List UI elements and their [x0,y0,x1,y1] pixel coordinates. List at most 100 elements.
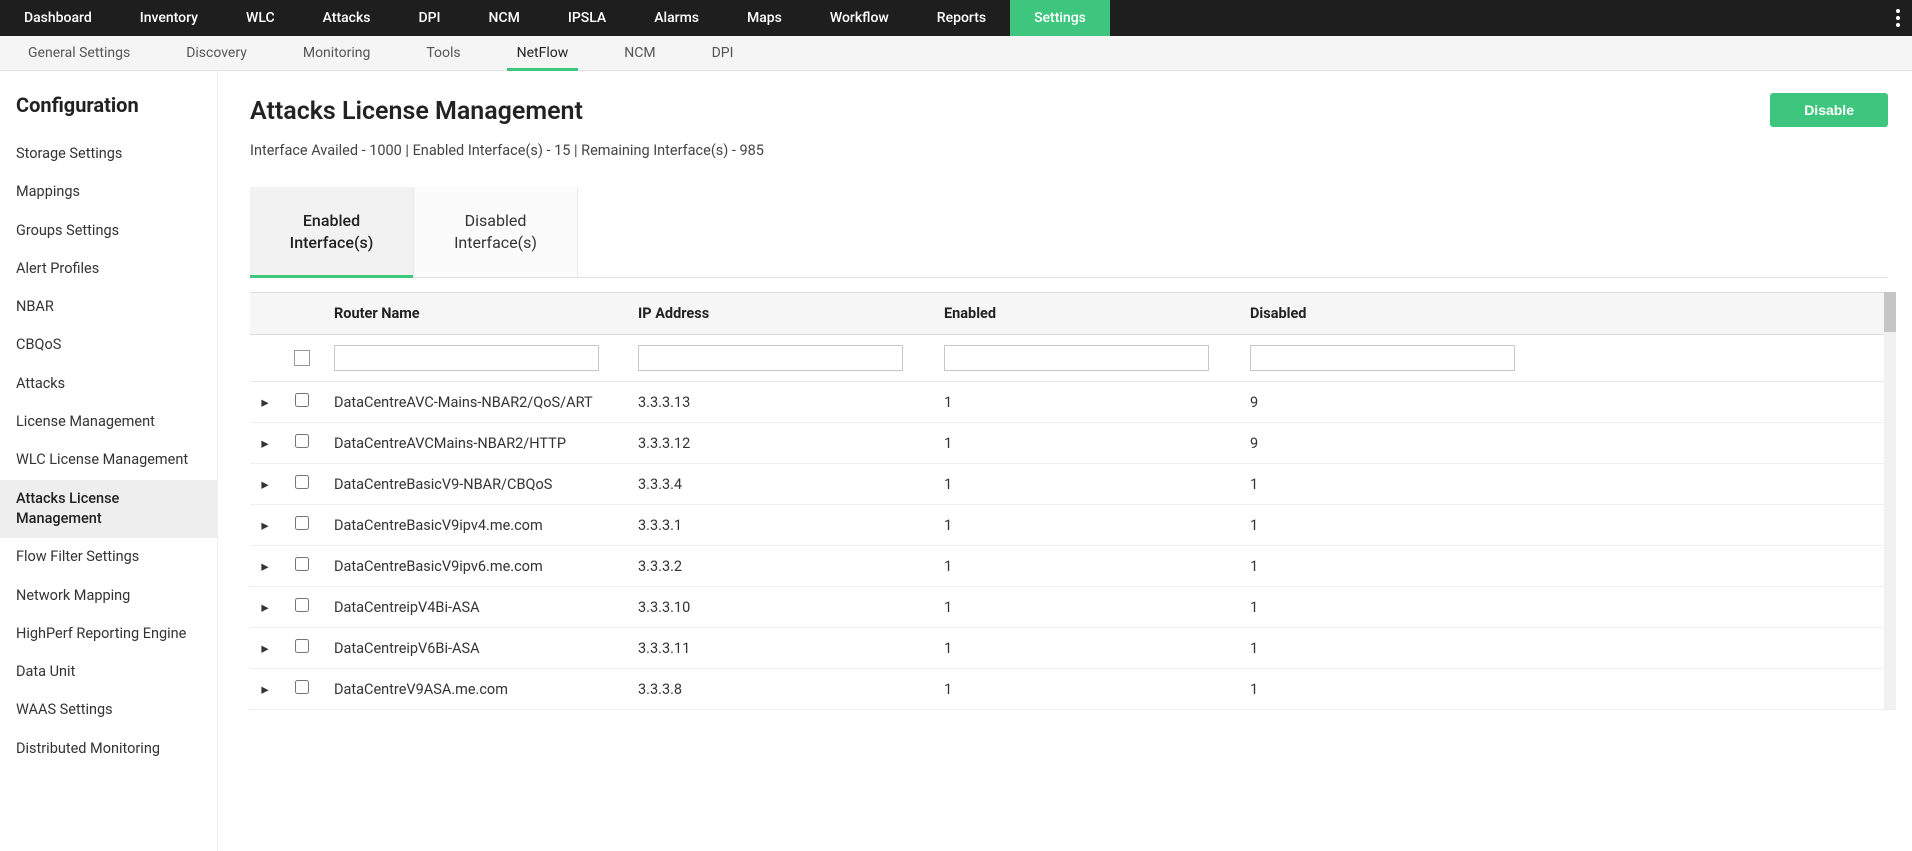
sidebar-item-network-mapping[interactable]: Network Mapping [0,577,217,615]
expand-caret-icon[interactable]: ▸ [250,669,280,710]
tab-disabled-interface-s-[interactable]: DisabledInterface(s) [414,187,578,277]
cell-disabled: 9 [1240,382,1888,423]
th-router[interactable]: Router Name [324,293,628,335]
cell-enabled: 1 [934,505,1240,546]
cell-enabled: 1 [934,382,1240,423]
sidebar-item-groups-settings[interactable]: Groups Settings [0,212,217,250]
main-content: Attacks License Management Disable Inter… [218,71,1912,851]
interfaces-table: Router Name IP Address Enabled Disabled [250,292,1888,710]
top-nav-maps[interactable]: Maps [723,0,806,36]
expand-caret-icon[interactable]: ▸ [250,423,280,464]
table-row: ▸DataCentreipV4Bi-ASA3.3.3.1011 [250,587,1888,628]
sub-nav-discovery[interactable]: Discovery [158,36,275,71]
table-row: ▸DataCentreipV6Bi-ASA3.3.3.1111 [250,628,1888,669]
top-nav-dashboard[interactable]: Dashboard [0,0,116,36]
sidebar-item-data-unit[interactable]: Data Unit [0,653,217,691]
tabs: EnabledInterface(s)DisabledInterface(s) [250,187,1888,278]
top-nav-alarms[interactable]: Alarms [630,0,723,36]
select-all-checkbox[interactable] [294,350,310,366]
th-ip[interactable]: IP Address [628,293,934,335]
cell-disabled: 1 [1240,669,1888,710]
cell-ip: 3.3.3.13 [628,382,934,423]
cell-disabled: 1 [1240,505,1888,546]
sub-nav-monitoring[interactable]: Monitoring [275,36,399,71]
expand-caret-icon[interactable]: ▸ [250,505,280,546]
page-title: Attacks License Management [250,97,1888,126]
row-checkbox[interactable] [295,557,309,571]
page-subtitle: Interface Availed - 1000 | Enabled Inter… [250,142,1888,159]
sidebar: Configuration Storage SettingsMappingsGr… [0,71,218,851]
row-checkbox[interactable] [295,475,309,489]
sidebar-item-alert-profiles[interactable]: Alert Profiles [0,250,217,288]
expand-caret-icon[interactable]: ▸ [250,587,280,628]
top-nav-workflow[interactable]: Workflow [806,0,913,36]
top-nav-reports[interactable]: Reports [913,0,1010,36]
row-checkbox[interactable] [295,516,309,530]
scrollbar-thumb[interactable] [1884,292,1896,332]
sidebar-item-wlc-license-management[interactable]: WLC License Management [0,441,217,479]
cell-router: DataCentreAVC-Mains-NBAR2/QoS/ART [324,382,628,423]
cell-router: DataCentreBasicV9-NBAR/CBQoS [324,464,628,505]
filter-row [250,335,1888,382]
top-nav-ipsla[interactable]: IPSLA [544,0,630,36]
filter-enabled-input[interactable] [944,345,1209,371]
table-row: ▸DataCentreV9ASA.me.com3.3.3.811 [250,669,1888,710]
expand-caret-icon[interactable]: ▸ [250,382,280,423]
cell-enabled: 1 [934,669,1240,710]
row-checkbox[interactable] [295,598,309,612]
cell-ip: 3.3.3.2 [628,546,934,587]
sub-nav-netflow[interactable]: NetFlow [489,36,597,71]
cell-router: DataCentreBasicV9ipv6.me.com [324,546,628,587]
vertical-scrollbar[interactable] [1884,292,1896,710]
sub-nav-ncm[interactable]: NCM [596,36,683,71]
sub-nav-tools[interactable]: Tools [398,36,488,71]
cell-ip: 3.3.3.11 [628,628,934,669]
filter-disabled-input[interactable] [1250,345,1515,371]
table-row: ▸ DataCentreAVC-Mains-NBAR2/QoS/ART3.3.3.… [250,382,1888,423]
sidebar-item-license-management[interactable]: License Management [0,403,217,441]
sidebar-item-attacks-license-management[interactable]: Attacks License Management [0,480,217,539]
cell-router: DataCentreBasicV9ipv4.me.com [324,505,628,546]
top-nav-settings[interactable]: Settings [1010,0,1110,36]
sidebar-item-nbar[interactable]: NBAR [0,288,217,326]
top-nav-ncm[interactable]: NCM [465,0,544,36]
row-checkbox[interactable] [295,680,309,694]
top-nav-attacks[interactable]: Attacks [299,0,395,36]
cell-router: DataCentreipV4Bi-ASA [324,587,628,628]
top-nav-dpi[interactable]: DPI [394,0,464,36]
row-checkbox[interactable] [295,434,309,448]
disable-button[interactable]: Disable [1770,93,1888,127]
sidebar-item-distributed-monitoring[interactable]: Distributed Monitoring [0,730,217,768]
sidebar-item-attacks[interactable]: Attacks [0,365,217,403]
expand-caret-icon[interactable]: ▸ [250,464,280,505]
cell-router: DataCentreipV6Bi-ASA [324,628,628,669]
sidebar-title: Configuration [0,93,217,135]
sidebar-item-cbqos[interactable]: CBQoS [0,326,217,364]
tab-enabled-interface-s-[interactable]: EnabledInterface(s) [250,187,414,277]
cell-ip: 3.3.3.8 [628,669,934,710]
th-enabled[interactable]: Enabled [934,293,1240,335]
th-disabled[interactable]: Disabled [1240,293,1888,335]
expand-caret-icon[interactable]: ▸ [250,546,280,587]
cell-enabled: 1 [934,464,1240,505]
filter-router-input[interactable] [334,345,599,371]
sub-nav-general-settings[interactable]: General Settings [0,36,158,71]
sidebar-item-waas-settings[interactable]: WAAS Settings [0,691,217,729]
row-checkbox[interactable] [295,393,309,407]
cell-disabled: 1 [1240,587,1888,628]
row-checkbox[interactable] [295,639,309,653]
cell-router: DataCentreAVCMains-NBAR2/HTTP [324,423,628,464]
table-row: ▸DataCentreBasicV9ipv6.me.com3.3.3.211 [250,546,1888,587]
top-nav-wlc[interactable]: WLC [222,0,299,36]
cell-enabled: 1 [934,587,1240,628]
filter-ip-input[interactable] [638,345,903,371]
top-nav-inventory[interactable]: Inventory [116,0,222,36]
sub-nav: General SettingsDiscoveryMonitoringTools… [0,36,1912,71]
sidebar-item-flow-filter-settings[interactable]: Flow Filter Settings [0,538,217,576]
kebab-menu-icon[interactable] [1896,9,1900,27]
sub-nav-dpi[interactable]: DPI [684,36,762,71]
sidebar-item-highperf-reporting-engine[interactable]: HighPerf Reporting Engine [0,615,217,653]
sidebar-item-storage-settings[interactable]: Storage Settings [0,135,217,173]
sidebar-item-mappings[interactable]: Mappings [0,173,217,211]
expand-caret-icon[interactable]: ▸ [250,628,280,669]
